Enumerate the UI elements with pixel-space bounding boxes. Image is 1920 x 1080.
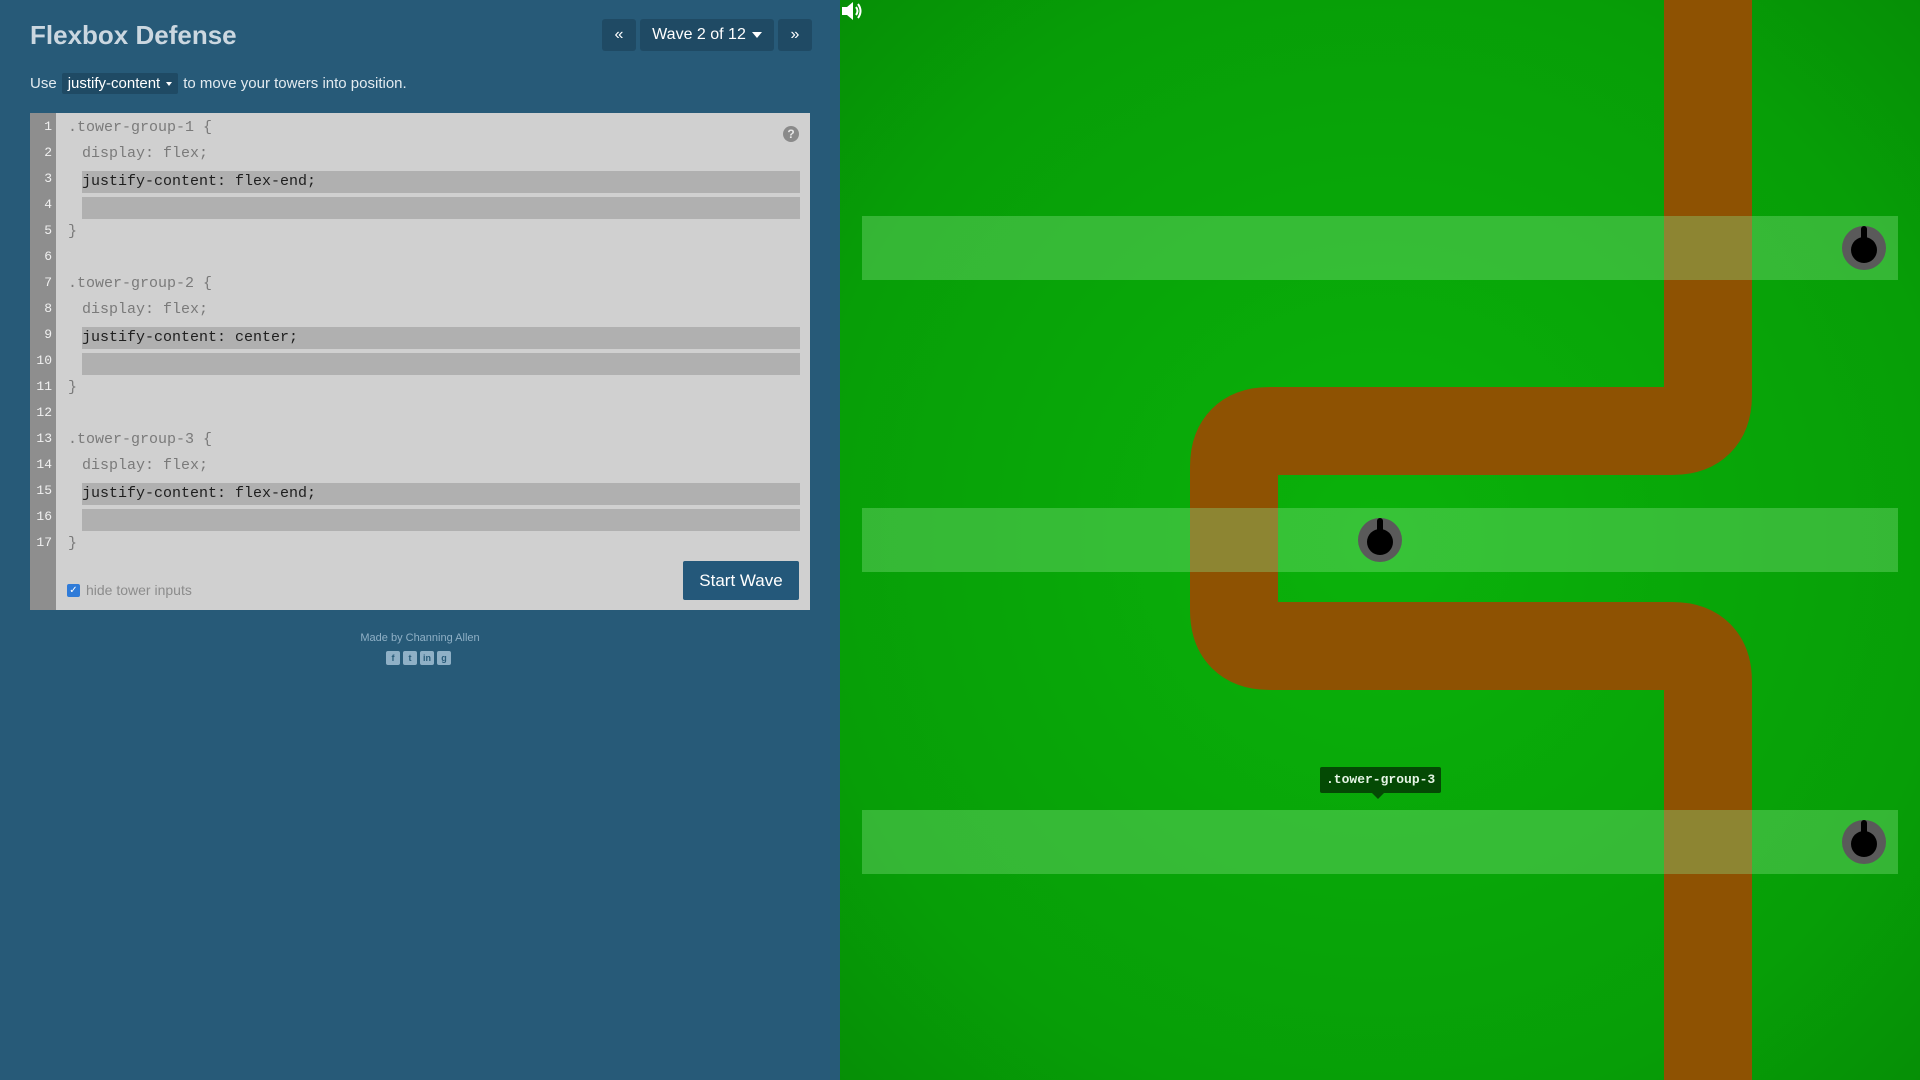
property-dropdown[interactable]: justify-content (61, 73, 179, 94)
group-tooltip: .tower-group-3 (1320, 767, 1442, 793)
tower[interactable] (1840, 818, 1888, 866)
line-number: 15 (36, 483, 52, 498)
tower-group-2-row (862, 508, 1898, 572)
code-line: } (68, 223, 78, 240)
tower[interactable] (1840, 224, 1888, 272)
line-number: 14 (36, 457, 52, 472)
game-board: .tower-group-3 (840, 0, 1920, 1080)
linkedin-icon[interactable]: in (420, 651, 434, 665)
instructions-prefix: Use (30, 75, 57, 92)
tower-input-field[interactable]: justify-content: flex-end; (82, 171, 800, 193)
code-line: display: flex; (82, 301, 209, 318)
line-number: 12 (36, 405, 52, 420)
line-number: 4 (44, 197, 52, 212)
line-number: 9 (44, 327, 52, 342)
wave-select-dropdown[interactable]: Wave 2 of 12 (640, 19, 774, 51)
line-number: 10 (36, 353, 52, 368)
social-links: f t in g (386, 651, 451, 665)
previous-wave-button[interactable]: « (602, 19, 636, 51)
line-number: 13 (36, 431, 52, 446)
caret-down-icon (166, 81, 173, 86)
line-number: 7 (44, 275, 52, 290)
wave-navigation: « Wave 2 of 12 » (602, 19, 812, 51)
code-line: .tower-group-3 { (68, 431, 213, 448)
line-number: 8 (44, 301, 52, 316)
code-line: .tower-group-1 { (68, 119, 213, 136)
question-icon[interactable]: ? (783, 126, 799, 142)
code-area: .tower-group-1 { display: flex;} .tower-gr… (68, 113, 800, 610)
twitter-icon[interactable]: t (403, 651, 417, 665)
line-number: 1 (44, 119, 52, 134)
facebook-icon[interactable]: f (386, 651, 400, 665)
tooltip-arrow (1372, 793, 1384, 799)
property-label: justify-content (67, 75, 161, 92)
wave-label: Wave 2 of 12 (652, 26, 746, 43)
tower-input-field[interactable]: justify-content: flex-end; (82, 483, 800, 505)
instructions-suffix: to move your towers into position. (183, 75, 407, 92)
tower-input-field[interactable] (82, 197, 800, 219)
start-wave-button[interactable]: Start Wave (683, 561, 799, 600)
code-line: display: flex; (82, 145, 209, 162)
footer-credit: Made by Channing Allen (360, 632, 480, 644)
speaker-icon[interactable] (840, 0, 864, 22)
code-line: display: flex; (82, 457, 209, 474)
line-number: 16 (36, 509, 52, 524)
line-number: 3 (44, 171, 52, 186)
line-number: 6 (44, 249, 52, 264)
code-line: .tower-group-2 { (68, 275, 213, 292)
hide-inputs-label: hide tower inputs (86, 582, 192, 598)
line-number: 5 (44, 223, 52, 238)
line-number: 11 (36, 379, 52, 394)
code-editor: 1 2 3 4 5 6 7 8 9 10 11 12 13 14 15 16 17 .tower-group-1… (30, 113, 810, 610)
editor-panel: Flexbox Defense « Wave 2 of 12 » Use jus… (0, 0, 840, 1080)
checkbox-icon[interactable]: ✓ (67, 583, 80, 597)
tower-input-field[interactable] (82, 353, 800, 375)
instructions: Use justify-content to move your towers … (30, 73, 407, 94)
tower-group-3-row (862, 810, 1898, 874)
github-icon[interactable]: g (437, 651, 451, 665)
line-number-gutter: 1 2 3 4 5 6 7 8 9 10 11 12 13 14 15 16 17 (30, 113, 56, 610)
tower-input-field[interactable]: justify-content: center; (82, 327, 800, 349)
line-number: 17 (36, 535, 52, 550)
app-title: Flexbox Defense (30, 20, 237, 50)
code-line: } (68, 379, 78, 396)
hide-inputs-toggle[interactable]: ✓ hide tower inputs (67, 582, 192, 598)
tower-group-1-row (862, 216, 1898, 280)
line-number: 2 (44, 145, 52, 160)
tower-input-field[interactable] (82, 509, 800, 531)
tower[interactable] (1356, 516, 1404, 564)
code-line: } (68, 535, 78, 552)
next-wave-button[interactable]: » (778, 19, 812, 51)
caret-down-icon (751, 32, 762, 38)
